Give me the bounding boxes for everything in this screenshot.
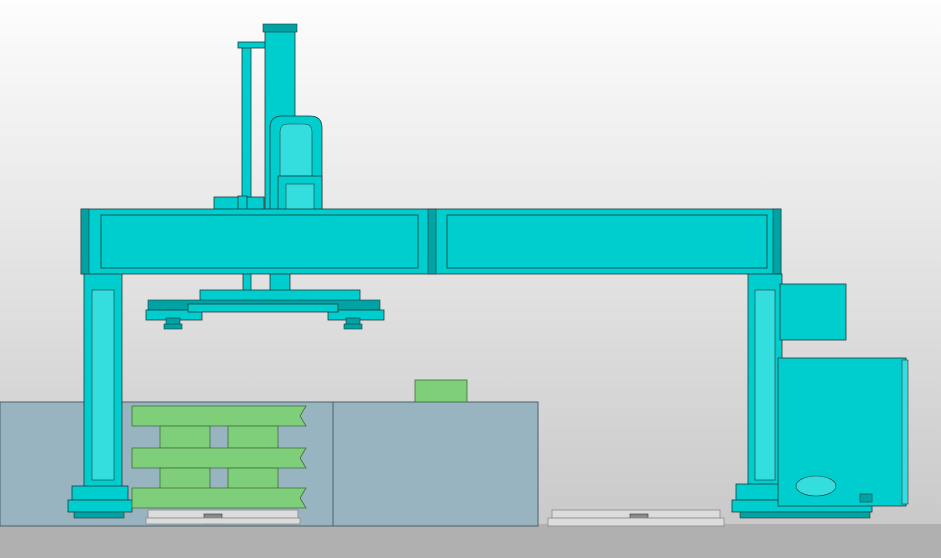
trolley-carriage bbox=[269, 115, 323, 211]
pallet-right bbox=[547, 509, 725, 527]
pallet-stack bbox=[131, 405, 307, 509]
pallet-left bbox=[145, 509, 301, 525]
gantry-beam bbox=[80, 208, 782, 275]
gantry-scene bbox=[0, 0, 941, 558]
incoming-carton bbox=[414, 379, 468, 403]
ground-floor bbox=[0, 524, 941, 558]
